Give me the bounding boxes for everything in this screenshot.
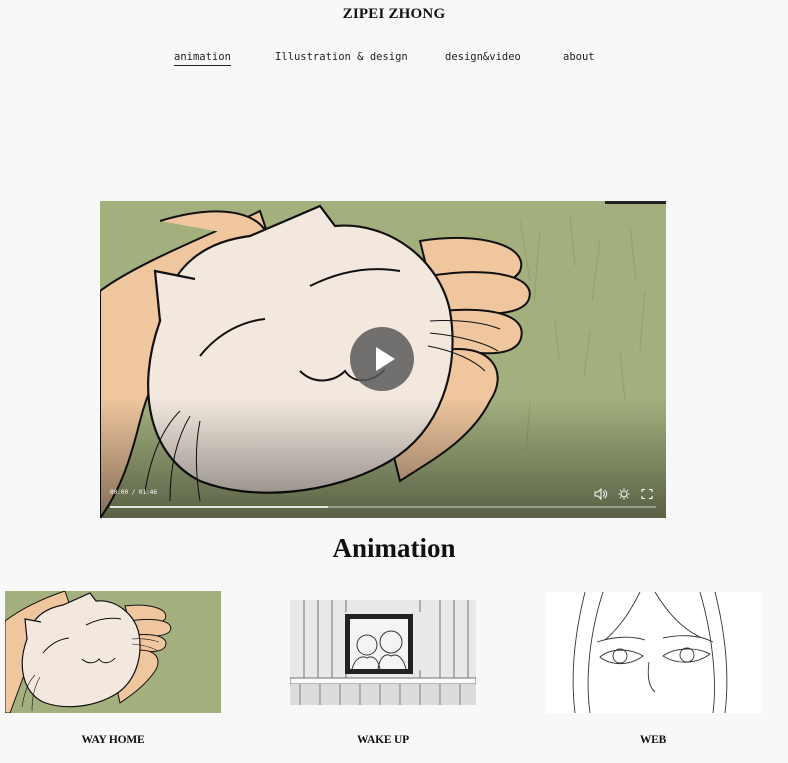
play-icon [376, 347, 395, 371]
play-button[interactable] [350, 327, 414, 391]
video-player[interactable]: 00:00 / 01:46 [100, 201, 666, 518]
fullscreen-icon [641, 488, 653, 500]
nav-item-design-video[interactable]: design&video [445, 51, 521, 63]
nav-item-illustration-design[interactable]: Illustration & design [275, 51, 408, 63]
thumbnail-way-home[interactable] [5, 591, 221, 713]
main-nav: animation Illustration & design design&v… [0, 51, 788, 71]
site-title[interactable]: ZIPEI ZHONG [0, 6, 788, 23]
video-progress-bar[interactable] [110, 506, 656, 508]
volume-icon [594, 488, 608, 500]
volume-button[interactable] [594, 488, 608, 500]
thumbnail-web[interactable] [545, 592, 761, 713]
project-card-way-home[interactable]: WAY HOME [5, 591, 221, 756]
thumbnail-image-picture-frame [290, 600, 476, 705]
video-buffer-bar [110, 506, 329, 508]
project-card-wake-up[interactable]: WAKE UP [290, 600, 476, 756]
nav-item-about[interactable]: about [563, 51, 595, 63]
project-title-web[interactable]: WEB [545, 734, 761, 746]
settings-icon [618, 488, 630, 500]
project-card-web[interactable]: WEB [545, 592, 761, 756]
thumbnail-wake-up[interactable] [290, 600, 476, 705]
thumbnail-image-face-sketch [545, 592, 761, 713]
section-title: Animation [332, 533, 456, 563]
project-title-wake-up[interactable]: WAKE UP [290, 734, 476, 746]
video-time: 00:00 / 01:46 [110, 489, 157, 496]
fullscreen-button[interactable] [640, 488, 654, 500]
nav-item-animation[interactable]: animation [174, 51, 231, 66]
thumbnail-image-cat [5, 591, 221, 713]
settings-button[interactable] [617, 488, 631, 500]
project-title-way-home[interactable]: WAY HOME [5, 734, 221, 746]
controls-gradient [100, 398, 666, 518]
